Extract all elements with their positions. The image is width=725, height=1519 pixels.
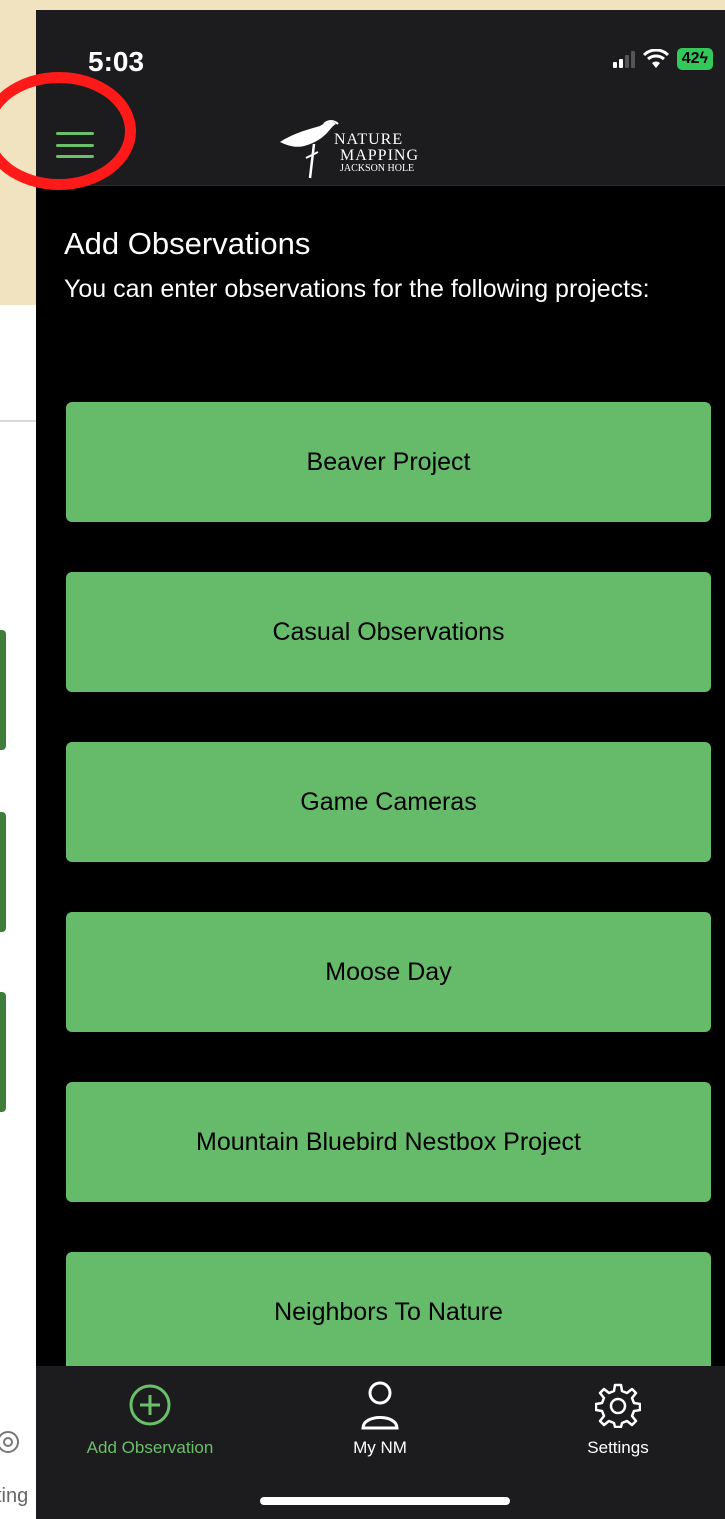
background-settings-label: ting	[0, 1485, 29, 1507]
plus-circle-icon	[50, 1380, 250, 1430]
tab-settings[interactable]: Settings	[518, 1380, 718, 1458]
page-title: Add Observations	[64, 226, 311, 261]
background-card	[0, 812, 6, 932]
battery-indicator: 42ϟ	[676, 48, 713, 70]
background-page-body	[0, 305, 40, 1519]
project-button-neighbors-to-nature[interactable]: Neighbors To Nature	[66, 1252, 711, 1372]
status-icons: 42ϟ	[612, 48, 713, 70]
gear-icon	[518, 1380, 718, 1430]
wifi-icon	[642, 49, 669, 68]
background-card	[0, 992, 6, 1112]
tab-label: Add Observation	[86, 1438, 214, 1457]
tab-my-nm[interactable]: My NM	[280, 1380, 480, 1458]
charging-icon: ϟ	[699, 50, 708, 67]
background-divider	[0, 420, 40, 422]
main-content: Add Observations You can enter observati…	[36, 186, 725, 1372]
person-icon	[280, 1380, 480, 1430]
project-button-casual-observations[interactable]: Casual Observations	[66, 572, 711, 692]
project-button-moose-day[interactable]: Moose Day	[66, 912, 711, 1032]
logo-wordmark: NATURE MAPPING JACKSON HOLE	[334, 131, 420, 174]
signal-icon	[612, 50, 635, 68]
project-button-game-cameras[interactable]: Game Cameras	[66, 742, 711, 862]
app-header: NATURE MAPPING JACKSON HOLE	[36, 90, 725, 186]
project-list: Beaver Project Casual Observations Game …	[66, 402, 711, 1422]
page-subtitle: You can enter observations for the follo…	[64, 275, 650, 303]
status-bar: 5:03 42ϟ	[36, 10, 725, 90]
tab-label: My NM	[353, 1438, 407, 1457]
background-card	[0, 630, 6, 750]
home-indicator[interactable]	[260, 1497, 510, 1505]
tab-add-observation[interactable]: Add Observation	[50, 1380, 250, 1458]
background-gear-icon	[0, 1425, 30, 1465]
project-button-mountain-bluebird[interactable]: Mountain Bluebird Nestbox Project	[66, 1082, 711, 1202]
tab-label: Settings	[587, 1438, 649, 1457]
phone-screen: 5:03 42ϟ NATURE MAPPING JACKSON HOLE Add…	[36, 10, 725, 1519]
status-time: 5:03	[88, 46, 145, 77]
battery-level: 42	[681, 50, 700, 67]
project-button-beaver[interactable]: Beaver Project	[66, 402, 711, 522]
nature-mapping-logo: NATURE MAPPING JACKSON HOLE	[276, 112, 436, 182]
